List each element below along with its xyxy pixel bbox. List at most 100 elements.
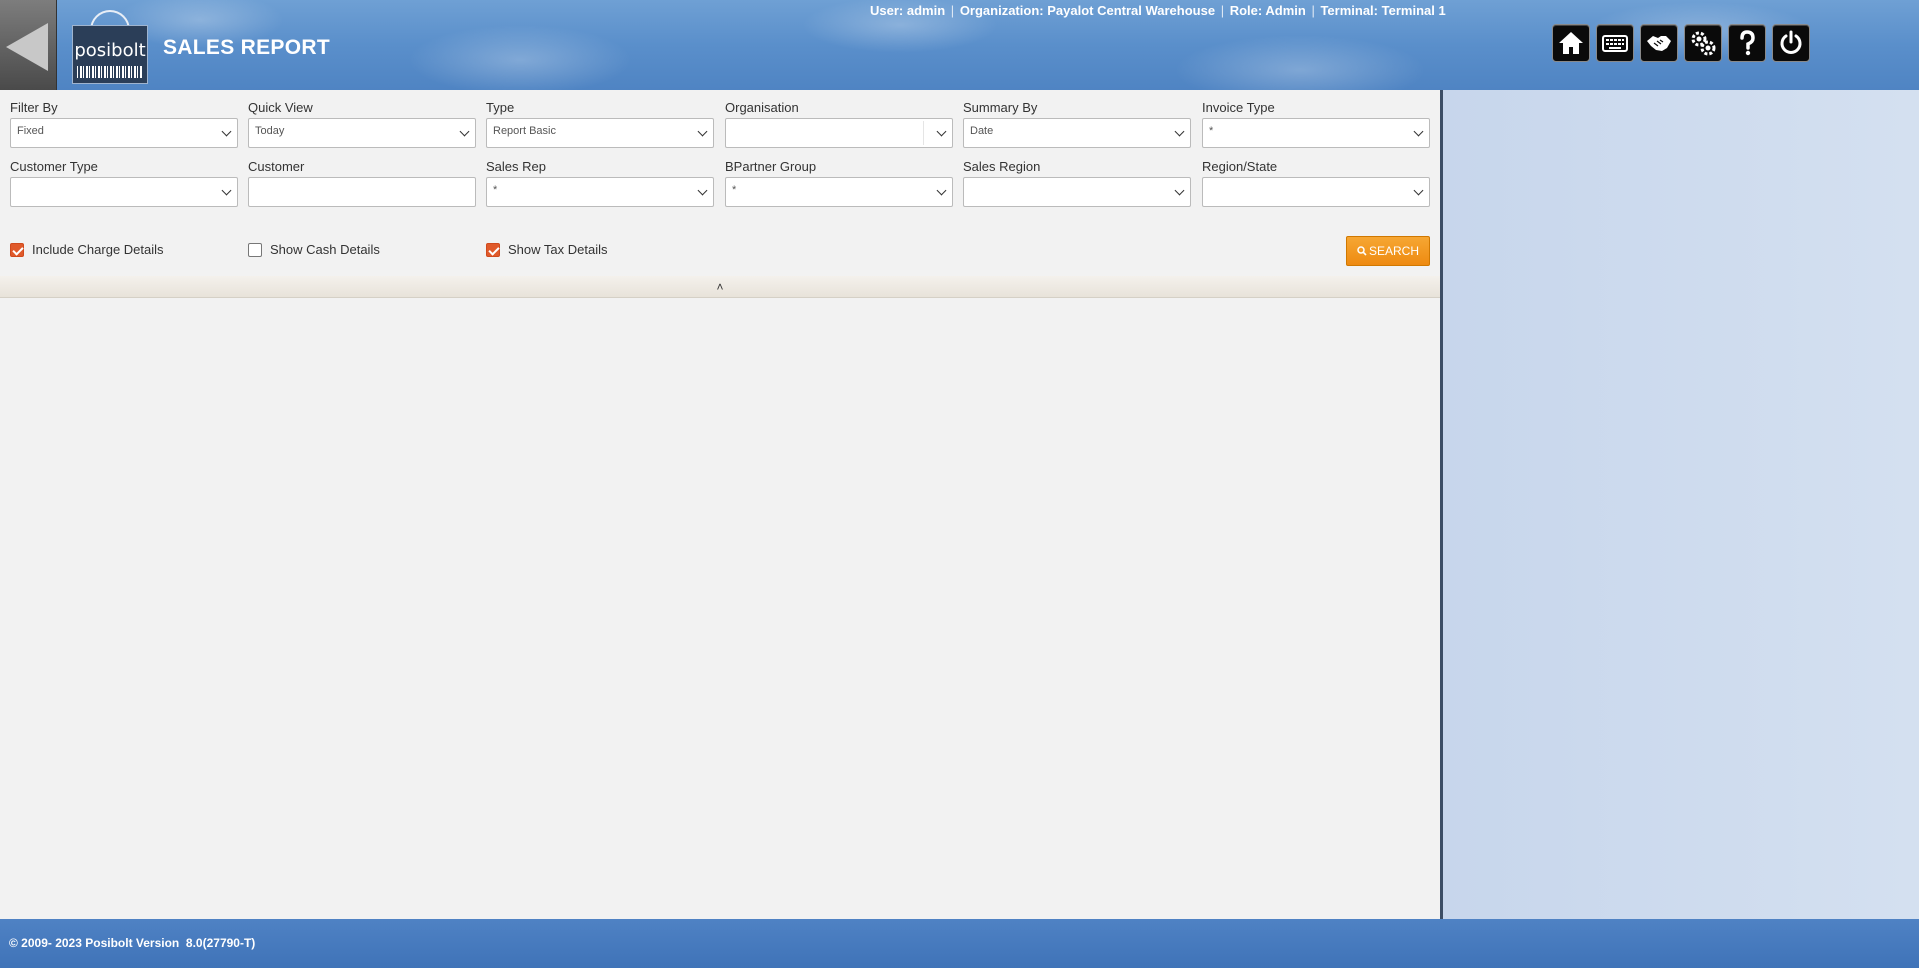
checkbox-unchecked-icon xyxy=(248,242,262,257)
separator: | xyxy=(1311,3,1315,18)
search-icon xyxy=(1357,246,1367,256)
header-toolbar xyxy=(1552,24,1810,62)
chevron-down-icon xyxy=(1174,185,1185,196)
collapse-filters-bar[interactable]: ˄ xyxy=(0,276,1440,298)
invoice-type-select[interactable]: * xyxy=(1202,118,1430,148)
double-chevron-up-icon: ˄ xyxy=(716,279,724,294)
type-select[interactable]: Report Basic xyxy=(486,118,714,148)
summary-by-field: Summary By Date xyxy=(963,100,1191,148)
filter-by-label: Filter By xyxy=(10,100,58,115)
sales-rep-field: Sales Rep * xyxy=(486,159,714,207)
bpartner-group-select[interactable]: * xyxy=(725,177,953,207)
settings-button[interactable] xyxy=(1684,24,1722,62)
sales-region-select[interactable] xyxy=(963,177,1191,207)
summary-by-select[interactable]: Date xyxy=(963,118,1191,148)
region-state-label: Region/State xyxy=(1202,159,1278,174)
chevron-down-icon xyxy=(697,126,708,137)
sales-region-label: Sales Region xyxy=(963,159,1041,174)
customer-type-field: Customer Type xyxy=(10,159,238,207)
chevron-down-icon xyxy=(1413,126,1424,137)
summary-by-value: Date xyxy=(970,125,994,137)
chevron-down-icon xyxy=(1174,126,1185,137)
help-button[interactable] xyxy=(1728,24,1766,62)
org-label: Organization: xyxy=(959,3,1044,18)
role-value: Admin xyxy=(1265,3,1306,18)
help-icon xyxy=(1740,30,1755,56)
session-info: User: admin | Organization: Payalot Cent… xyxy=(870,3,1446,18)
quick-view-value: Today xyxy=(255,125,285,137)
terminal-value: Terminal 1 xyxy=(1381,3,1446,18)
app-footer: © 2009- 2023 Posibolt Version 8.0(27790-… xyxy=(0,919,1919,968)
customer-type-label: Customer Type xyxy=(10,159,98,174)
customer-label: Customer xyxy=(248,159,305,174)
chevron-down-icon xyxy=(1413,185,1424,196)
checkbox-checked-icon xyxy=(486,242,500,257)
gear-icon xyxy=(1691,31,1716,56)
separator: | xyxy=(950,3,955,18)
show-cash-details-label: Show Cash Details xyxy=(270,242,380,257)
bpartner-group-label: BPartner Group xyxy=(725,159,817,174)
chevron-down-icon xyxy=(459,126,470,137)
back-arrow-icon xyxy=(6,23,48,71)
customer-type-select[interactable] xyxy=(10,177,238,207)
handshake-icon xyxy=(1647,36,1671,51)
quick-view-field: Quick View Today xyxy=(248,100,476,148)
keyboard-icon xyxy=(1602,35,1628,52)
search-button-label: SEARCH xyxy=(1368,244,1419,258)
invoice-type-value: * xyxy=(1209,125,1214,137)
copyright-text: © 2009- 2023 Posibolt Version 8.0(27790-… xyxy=(9,936,256,950)
chevron-down-icon xyxy=(936,185,947,196)
summary-by-label: Summary By xyxy=(963,100,1038,115)
terminal-label: Terminal: xyxy=(1320,3,1379,18)
report-filter-panel: Filter By Fixed Quick View Today Type Re… xyxy=(0,90,1440,919)
organisation-select[interactable] xyxy=(725,118,953,148)
customer-input[interactable] xyxy=(248,177,476,207)
user-value: admin xyxy=(906,3,946,18)
select-divider xyxy=(923,121,924,145)
role-label: Role: xyxy=(1229,3,1263,18)
checkbox-checked-icon xyxy=(10,242,24,257)
quick-view-select[interactable]: Today xyxy=(248,118,476,148)
sales-rep-select[interactable]: * xyxy=(486,177,714,207)
org-value: Payalot Central Warehouse xyxy=(1047,3,1216,18)
posibolt-logo: posibolt xyxy=(72,10,148,84)
bpartner-group-field: BPartner Group * xyxy=(725,159,953,207)
include-charge-details-checkbox[interactable]: Include Charge Details xyxy=(10,242,164,257)
invoice-type-label: Invoice Type xyxy=(1202,100,1275,115)
sales-rep-value: * xyxy=(493,184,498,196)
invoice-type-field: Invoice Type * xyxy=(1202,100,1430,148)
home-button[interactable] xyxy=(1552,24,1590,62)
app-header: posibolt SALES REPORT User: admin | Orga… xyxy=(0,0,1919,90)
filter-by-field: Filter By Fixed xyxy=(10,100,238,148)
show-cash-details-checkbox[interactable]: Show Cash Details xyxy=(248,242,380,257)
sales-rep-label: Sales Rep xyxy=(486,159,546,174)
user-label: User: xyxy=(870,3,904,18)
filter-by-select[interactable]: Fixed xyxy=(10,118,238,148)
organisation-field: Organisation xyxy=(725,100,953,148)
show-tax-details-checkbox[interactable]: Show Tax Details xyxy=(486,242,607,257)
region-state-field: Region/State xyxy=(1202,159,1430,207)
back-button[interactable] xyxy=(0,0,57,90)
side-panel xyxy=(1443,90,1919,919)
customer-field: Customer xyxy=(248,159,476,207)
logout-button[interactable] xyxy=(1772,24,1810,62)
logo-barcode xyxy=(77,66,143,78)
type-label: Type xyxy=(486,100,515,115)
type-field: Type Report Basic xyxy=(486,100,714,148)
keyboard-button[interactable] xyxy=(1596,24,1634,62)
home-icon xyxy=(1559,32,1583,54)
chevron-down-icon xyxy=(221,126,232,137)
chevron-down-icon xyxy=(936,126,947,137)
handshake-button[interactable] xyxy=(1640,24,1678,62)
chevron-down-icon xyxy=(697,185,708,196)
quick-view-label: Quick View xyxy=(248,100,313,115)
bpartner-group-value: * xyxy=(732,184,737,196)
show-tax-details-label: Show Tax Details xyxy=(508,242,608,257)
separator: | xyxy=(1220,3,1225,18)
region-state-select[interactable] xyxy=(1202,177,1430,207)
filter-by-value: Fixed xyxy=(17,125,44,137)
search-button[interactable]: SEARCH xyxy=(1346,236,1430,266)
sales-region-field: Sales Region xyxy=(963,159,1191,207)
include-charge-details-label: Include Charge Details xyxy=(32,242,164,257)
page-title: SALES REPORT xyxy=(163,36,330,59)
